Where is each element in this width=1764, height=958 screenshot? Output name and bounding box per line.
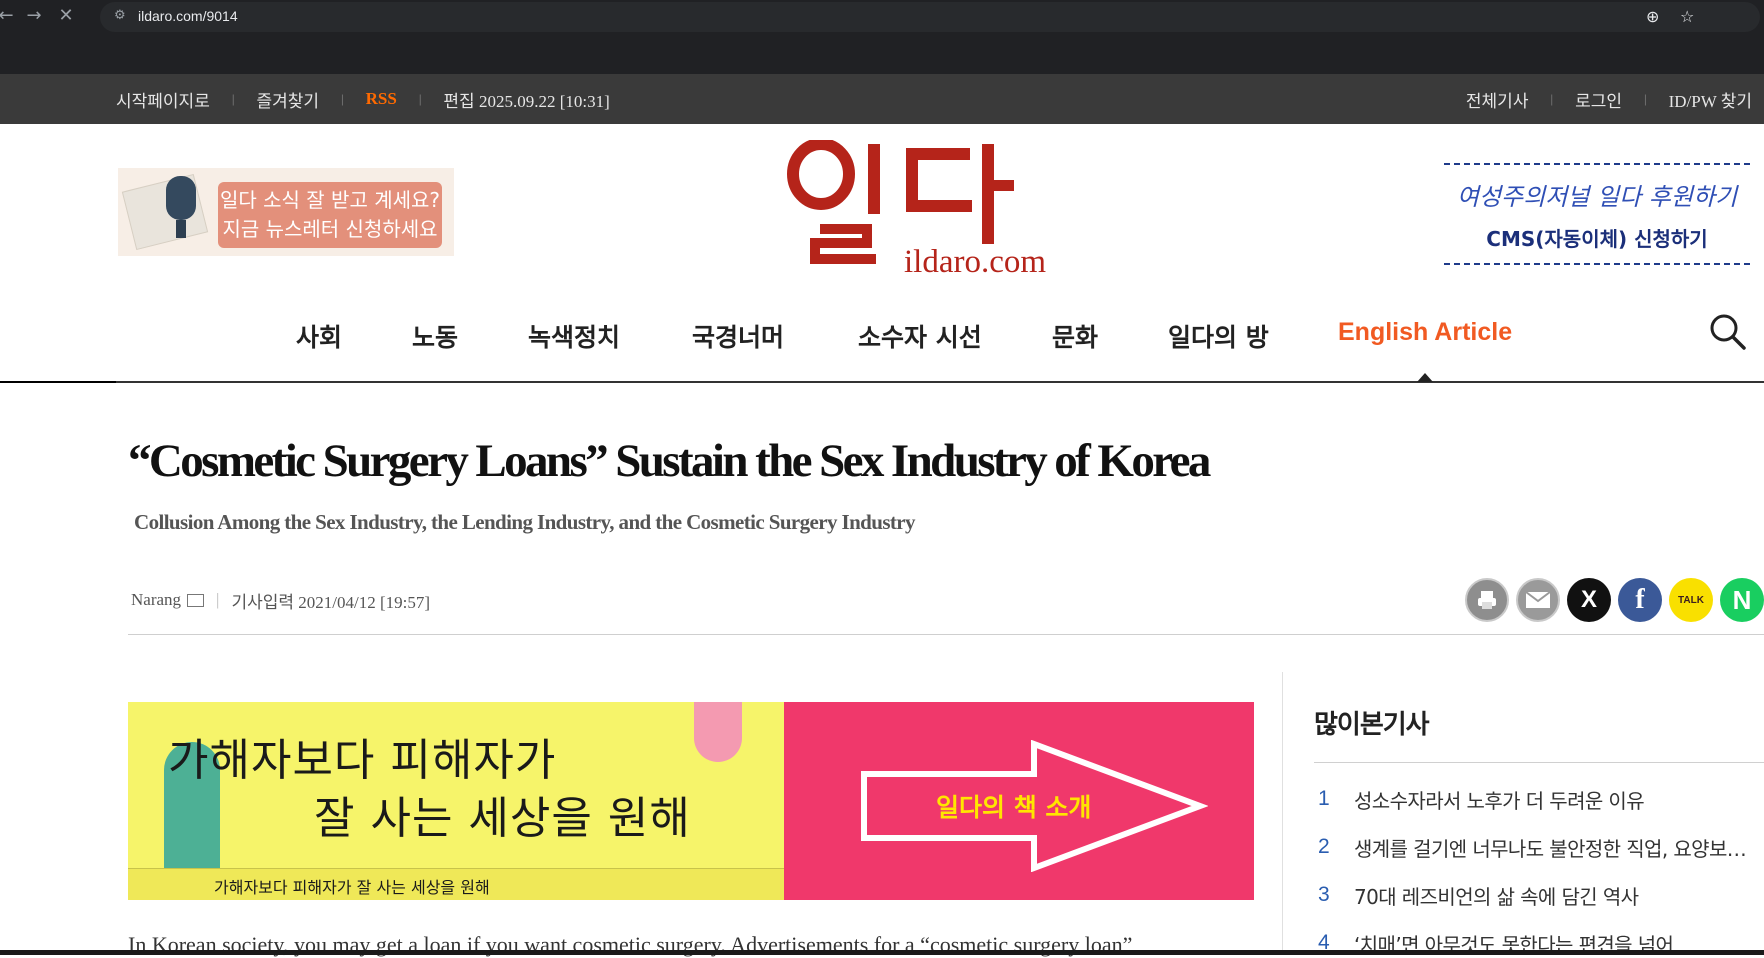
active-nav-caret-icon — [1417, 373, 1433, 382]
book-spine-text: 가해자보다 피해자가 잘 사는 세상을 원해 — [214, 878, 490, 897]
byline: Narang | 기사입력 2021/04/12 [19:57] — [131, 588, 430, 612]
nav-divider — [0, 381, 1764, 383]
all-articles-link[interactable]: 전체기사 — [1466, 87, 1529, 112]
popular-article-title[interactable]: 성소수자라서 노후가 더 두려운 이유 — [1354, 785, 1754, 814]
back-icon[interactable]: ← — [0, 4, 18, 28]
x-icon[interactable]: X — [1567, 578, 1611, 622]
article-title: “Cosmetic Surgery Loans” Sustain the Sex… — [128, 435, 1211, 487]
main-navigation: 사회 노동 녹색정치 국경너머 소수자 시선 문화 일다의 방 English … — [0, 300, 1764, 383]
address-bar[interactable]: ⚙ ildaro.com/9014 ⊕ ☆ — [100, 2, 1760, 32]
start-page-link[interactable]: 시작페이지로 — [116, 87, 210, 112]
find-id-pw-link[interactable]: ID/PW 찾기 — [1669, 87, 1752, 112]
published-date: 기사입력 2021/04/12 [19:57] — [231, 592, 430, 612]
zoom-icon[interactable]: ⊕ — [1646, 7, 1659, 26]
login-link[interactable]: 로그인 — [1575, 87, 1622, 112]
share-buttons: X f TALK N — [1465, 578, 1764, 624]
nav-item-beyond-borders[interactable]: 국경너머 — [692, 318, 784, 354]
article-header-divider — [128, 634, 1764, 635]
book-intro-cta[interactable]: 일다의 책 소개 — [936, 788, 1091, 824]
book-title-line2: 잘 사는 세상을 원해 — [314, 793, 691, 844]
popular-rank: 3 — [1318, 883, 1330, 906]
url-text[interactable]: ildaro.com/9014 — [138, 8, 238, 24]
newsletter-text: 일다 소식 잘 받고 계세요? 지금 뉴스레터 신청하세요~ — [218, 182, 442, 270]
site-logo[interactable]: ildaro.com — [786, 140, 1076, 286]
browser-toolbar: ← → ✕ ⚙ ildaro.com/9014 ⊕ ☆ — [0, 0, 1764, 74]
nav-item-green-politics[interactable]: 녹색정치 — [528, 318, 620, 354]
popular-article-title[interactable]: 생계를 걸기엔 너무나도 불안정한 직업, 요양보호사 — [1354, 833, 1754, 862]
nav-item-society[interactable]: 사회 — [296, 318, 342, 354]
cms-donation-banner[interactable]: 여성주의저널 일다 후원하기 CMS(자동이체) 신청하기 — [1444, 163, 1750, 265]
naver-icon[interactable]: N — [1720, 578, 1764, 622]
popular-article-title[interactable]: 70대 레즈비언의 삶 속에 담긴 역사 — [1354, 881, 1754, 910]
site-info-icon[interactable]: ⚙ — [114, 8, 126, 23]
utility-links-left: 시작페이지로 | 즐겨찾기 | RSS | 편집 2025.09.22 [10:… — [116, 74, 610, 124]
bookmark-star-icon[interactable]: ☆ — [1680, 7, 1694, 26]
facebook-icon[interactable]: f — [1618, 578, 1662, 622]
popular-article-item[interactable]: 1 성소수자라서 노후가 더 두려운 이유 — [1318, 784, 1758, 814]
print-icon[interactable] — [1465, 578, 1509, 622]
utility-links-right: 전체기사 | 로그인 | ID/PW 찾기 — [1466, 74, 1752, 124]
stop-loading-icon[interactable]: ✕ — [54, 4, 78, 28]
popular-rank: 2 — [1318, 835, 1330, 858]
favorites-link[interactable]: 즐겨찾기 — [256, 87, 319, 112]
newsletter-banner[interactable]: 일다 소식 잘 받고 계세요? 지금 뉴스레터 신청하세요~ — [118, 168, 454, 270]
article-subtitle: Collusion Among the Sex Industry, the Le… — [134, 510, 916, 534]
utility-bar: 시작페이지로 | 즐겨찾기 | RSS | 편집 2025.09.22 [10:… — [0, 74, 1764, 124]
microphone-icon — [166, 176, 196, 220]
nav-item-ildas-room[interactable]: 일다의 방 — [1168, 318, 1269, 354]
mail-icon[interactable] — [1516, 578, 1560, 622]
nav-item-culture[interactable]: 문화 — [1052, 318, 1098, 354]
nav-item-english-article[interactable]: English Article — [1338, 318, 1512, 347]
edit-date: 편집 2025.09.22 [10:31] — [443, 91, 610, 111]
nav-item-minority-view[interactable]: 소수자 시선 — [858, 318, 982, 354]
popular-articles-title: 많이본기사 — [1314, 710, 1430, 740]
popular-rank: 1 — [1318, 787, 1330, 810]
book-title-line1: 가해자보다 피해자가 — [168, 735, 557, 786]
forward-icon[interactable]: → — [22, 4, 46, 28]
book-promo-banner[interactable]: 가해자보다 피해자가 잘 사는 세상을 원해 가해자보다 피해자가 잘 사는 세… — [128, 702, 1254, 900]
book-cover-image: 가해자보다 피해자가 잘 사는 세상을 원해 가해자보다 피해자가 잘 사는 세… — [128, 702, 784, 900]
rss-link[interactable]: RSS — [366, 89, 397, 109]
window-bottom-edge — [0, 950, 1764, 955]
nav-item-labor[interactable]: 노동 — [412, 318, 458, 354]
popular-title-divider — [1314, 762, 1764, 763]
sidebar-divider — [1282, 672, 1283, 955]
popular-article-item[interactable]: 3 70대 레즈비언의 삶 속에 담긴 역사 — [1318, 880, 1758, 910]
logo-domain-text: ildaro.com — [904, 244, 1047, 280]
search-icon[interactable] — [1708, 312, 1748, 352]
author-mail-icon[interactable] — [187, 593, 205, 607]
popular-article-item[interactable]: 2 생계를 걸기엔 너무나도 불안정한 직업, 요양보호사 — [1318, 832, 1758, 862]
kakaotalk-icon[interactable]: TALK — [1669, 578, 1713, 622]
author-name[interactable]: Narang — [131, 590, 181, 610]
